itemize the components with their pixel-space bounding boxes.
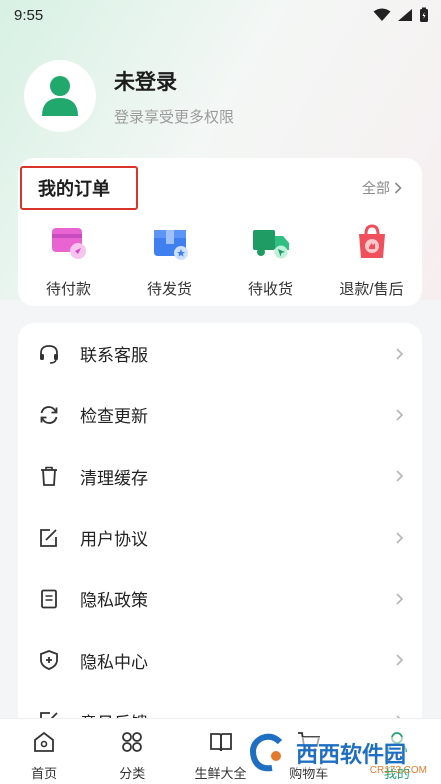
tab-label: 分类 xyxy=(119,766,146,781)
menu-item-label: 检查更新 xyxy=(80,407,148,427)
order-item-label: 退款/售后 xyxy=(339,281,404,298)
package-icon xyxy=(153,230,188,260)
menu-item-privacy-policy[interactable]: 隐私政策 xyxy=(18,568,422,629)
menu-item-label: 用户协议 xyxy=(80,530,148,550)
document-icon xyxy=(38,588,60,610)
menu-item-label: 隐私中心 xyxy=(80,652,148,672)
order-item-label: 待付款 xyxy=(45,281,91,298)
refund-bag-icon xyxy=(358,224,385,258)
category-icon xyxy=(122,732,143,752)
user-avatar-icon xyxy=(42,76,78,116)
trash-icon xyxy=(38,465,60,487)
tab-label: 购物车 xyxy=(289,766,329,781)
menu-item-privacy-center[interactable]: 隐私中心 xyxy=(18,629,422,690)
tab-label: 首页 xyxy=(31,766,58,781)
chevron-right-icon xyxy=(396,348,404,360)
chevron-right-icon xyxy=(396,531,404,544)
chevron-right-icon xyxy=(396,409,404,421)
all-orders-link[interactable]: 全部 xyxy=(362,178,402,198)
cart-icon xyxy=(297,732,320,752)
menu-item-clear-cache[interactable]: 清理缓存 xyxy=(18,446,422,507)
chevron-right-icon xyxy=(396,593,404,605)
order-pending-payment[interactable]: 待付款 xyxy=(23,222,115,299)
order-item-label: 待收货 xyxy=(247,281,293,298)
refresh-icon xyxy=(38,404,60,426)
tab-label: 我的 xyxy=(383,766,410,781)
status-icons xyxy=(373,7,429,23)
status-time: 9:55 xyxy=(14,6,44,24)
truck-icon xyxy=(252,230,289,259)
chevron-right-icon xyxy=(394,182,402,194)
chevron-right-icon xyxy=(396,654,404,666)
profile-header[interactable]: 未登录 登录享受更多权限 xyxy=(24,60,234,132)
user-icon xyxy=(387,732,407,753)
tab-mine[interactable]: 我的 xyxy=(353,719,441,784)
book-icon xyxy=(209,733,232,752)
tab-category[interactable]: 分类 xyxy=(88,719,176,784)
menu-item-check-update[interactable]: 检查更新 xyxy=(18,384,422,445)
avatar[interactable] xyxy=(24,60,96,132)
login-title: 未登录 xyxy=(114,70,177,94)
order-refund-aftersale[interactable]: 退款/售后 xyxy=(326,222,418,299)
tab-label: 生鲜大全 xyxy=(194,766,247,781)
status-bar: 9:55 xyxy=(0,0,441,30)
shield-plus-icon xyxy=(38,649,60,671)
login-subtitle: 登录享受更多权限 xyxy=(114,108,235,126)
order-pending-shipment[interactable]: 待发货 xyxy=(124,222,216,299)
order-pending-receipt[interactable]: 待收货 xyxy=(225,222,317,299)
menu-item-user-agreement[interactable]: 用户协议 xyxy=(18,507,422,568)
menu-item-label: 清理缓存 xyxy=(80,468,148,488)
tab-cart[interactable]: 购物车 xyxy=(265,719,353,784)
wifi-icon xyxy=(373,8,391,21)
menu-item-customer-service[interactable]: 联系客服 xyxy=(18,323,422,384)
orders-title: 我的订单 xyxy=(38,179,110,199)
all-orders-label: 全部 xyxy=(362,180,390,196)
settings-menu: 联系客服 检查更新 清理缓存 用户协议 隐私政策 隐私中心 xyxy=(18,323,422,743)
chevron-right-icon xyxy=(396,470,404,482)
edit-doc-icon xyxy=(38,527,60,549)
headset-icon xyxy=(38,343,60,365)
wallet-icon xyxy=(51,228,86,259)
my-orders-card: 我的订单 全部 待付款 待发货 待收货 退款/售后 xyxy=(18,158,422,306)
battery-icon xyxy=(420,7,428,22)
profile-text: 未登录 登录享受更多权限 xyxy=(114,66,234,127)
order-title-highlight: 我的订单 xyxy=(20,166,138,210)
order-status-row: 待付款 待发货 待收货 退款/售后 xyxy=(18,222,422,299)
bottom-tab-bar: 首页 分类 生鲜大全 购物车 我的 xyxy=(0,718,441,784)
menu-item-label: 联系客服 xyxy=(80,346,148,366)
tab-home[interactable]: 首页 xyxy=(0,719,88,784)
tab-fresh-encyclopedia[interactable]: 生鲜大全 xyxy=(176,719,264,784)
menu-item-label: 隐私政策 xyxy=(80,591,148,611)
home-icon xyxy=(34,731,54,752)
signal-icon xyxy=(398,9,412,21)
order-item-label: 待发货 xyxy=(146,281,192,298)
